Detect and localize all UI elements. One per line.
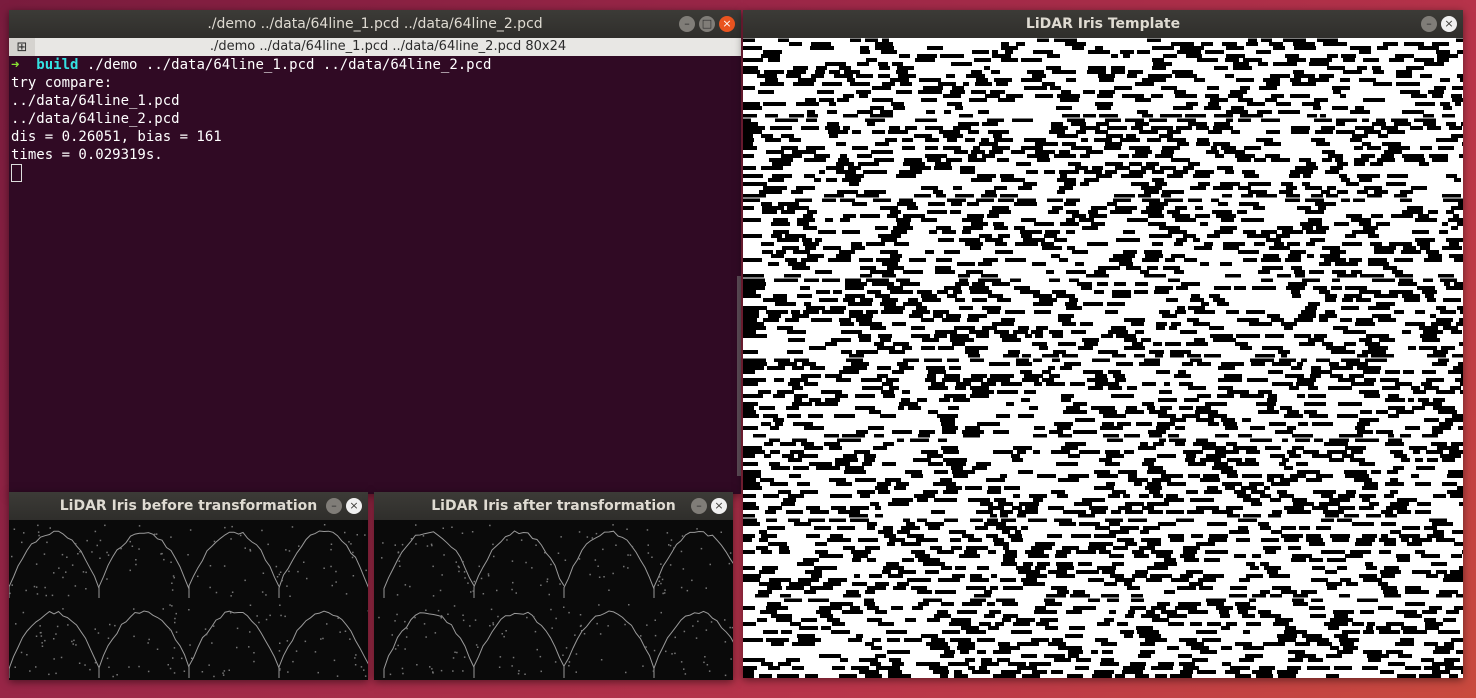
terminal-window-title: ./demo ../data/64line_1.pcd ../data/64li… (207, 16, 543, 32)
template-titlebar[interactable]: LiDAR Iris Template – × (743, 10, 1463, 38)
output-line: ../data/64line_1.pcd (11, 93, 180, 109)
minimize-icon[interactable]: – (691, 498, 707, 514)
before-titlebar[interactable]: LiDAR Iris before transformation – × (9, 492, 368, 520)
close-icon[interactable]: × (719, 16, 735, 32)
terminal-tab-icon[interactable]: ⊞ (9, 40, 35, 55)
output-line: times = 0.029319s. (11, 147, 163, 163)
after-titlebar[interactable]: LiDAR Iris after transformation – × (374, 492, 733, 520)
terminal-output[interactable]: ➜ build ./demo ../data/64line_1.pcd ../d… (9, 56, 741, 494)
terminal-tab-title[interactable]: ./demo ../data/64line_1.pcd ../data/64li… (35, 38, 741, 56)
close-icon[interactable]: × (346, 498, 362, 514)
before-image (9, 520, 368, 680)
iris-template-pattern (743, 37, 1476, 678)
terminal-tabbar: ⊞ ./demo ../data/64line_1.pcd ../data/64… (9, 38, 741, 56)
prompt-line: ➜ build ./demo ../data/64line_1.pcd ../d… (9, 56, 741, 74)
before-window-title: LiDAR Iris before transformation (59, 498, 318, 514)
after-window-title: LiDAR Iris after transformation (431, 498, 676, 514)
minimize-icon[interactable]: – (1421, 16, 1437, 32)
text-cursor (11, 164, 22, 182)
prompt-directory: build (36, 57, 79, 73)
output-line: dis = 0.26051, bias = 161 (11, 129, 222, 145)
output-line: try compare: (11, 75, 113, 91)
cursor-line (9, 164, 741, 182)
minimize-icon[interactable]: – (679, 16, 695, 32)
template-window-title: LiDAR Iris Template (1025, 16, 1181, 32)
before-iris-image (9, 524, 368, 678)
iris-template-image (743, 37, 1476, 678)
close-icon[interactable]: × (711, 498, 727, 514)
output-line: ../data/64line_2.pcd (11, 111, 180, 127)
prompt-command: ./demo ../data/64line_1.pcd ../data/64li… (86, 57, 492, 73)
after-window[interactable]: LiDAR Iris after transformation – × (374, 492, 733, 680)
before-window[interactable]: LiDAR Iris before transformation – × (9, 492, 368, 680)
prompt-arrow: ➜ (11, 57, 20, 73)
after-image (374, 520, 733, 680)
terminal-titlebar[interactable]: ./demo ../data/64line_1.pcd ../data/64li… (9, 10, 741, 38)
terminal-window[interactable]: ./demo ../data/64line_1.pcd ../data/64li… (9, 10, 741, 494)
close-icon[interactable]: × (1441, 16, 1457, 32)
minimize-icon[interactable]: – (326, 498, 342, 514)
after-iris-image (378, 524, 733, 678)
terminal-scrollbar[interactable] (737, 276, 741, 476)
maximize-icon[interactable]: □ (699, 16, 715, 32)
template-window[interactable]: LiDAR Iris Template – × (743, 10, 1476, 678)
